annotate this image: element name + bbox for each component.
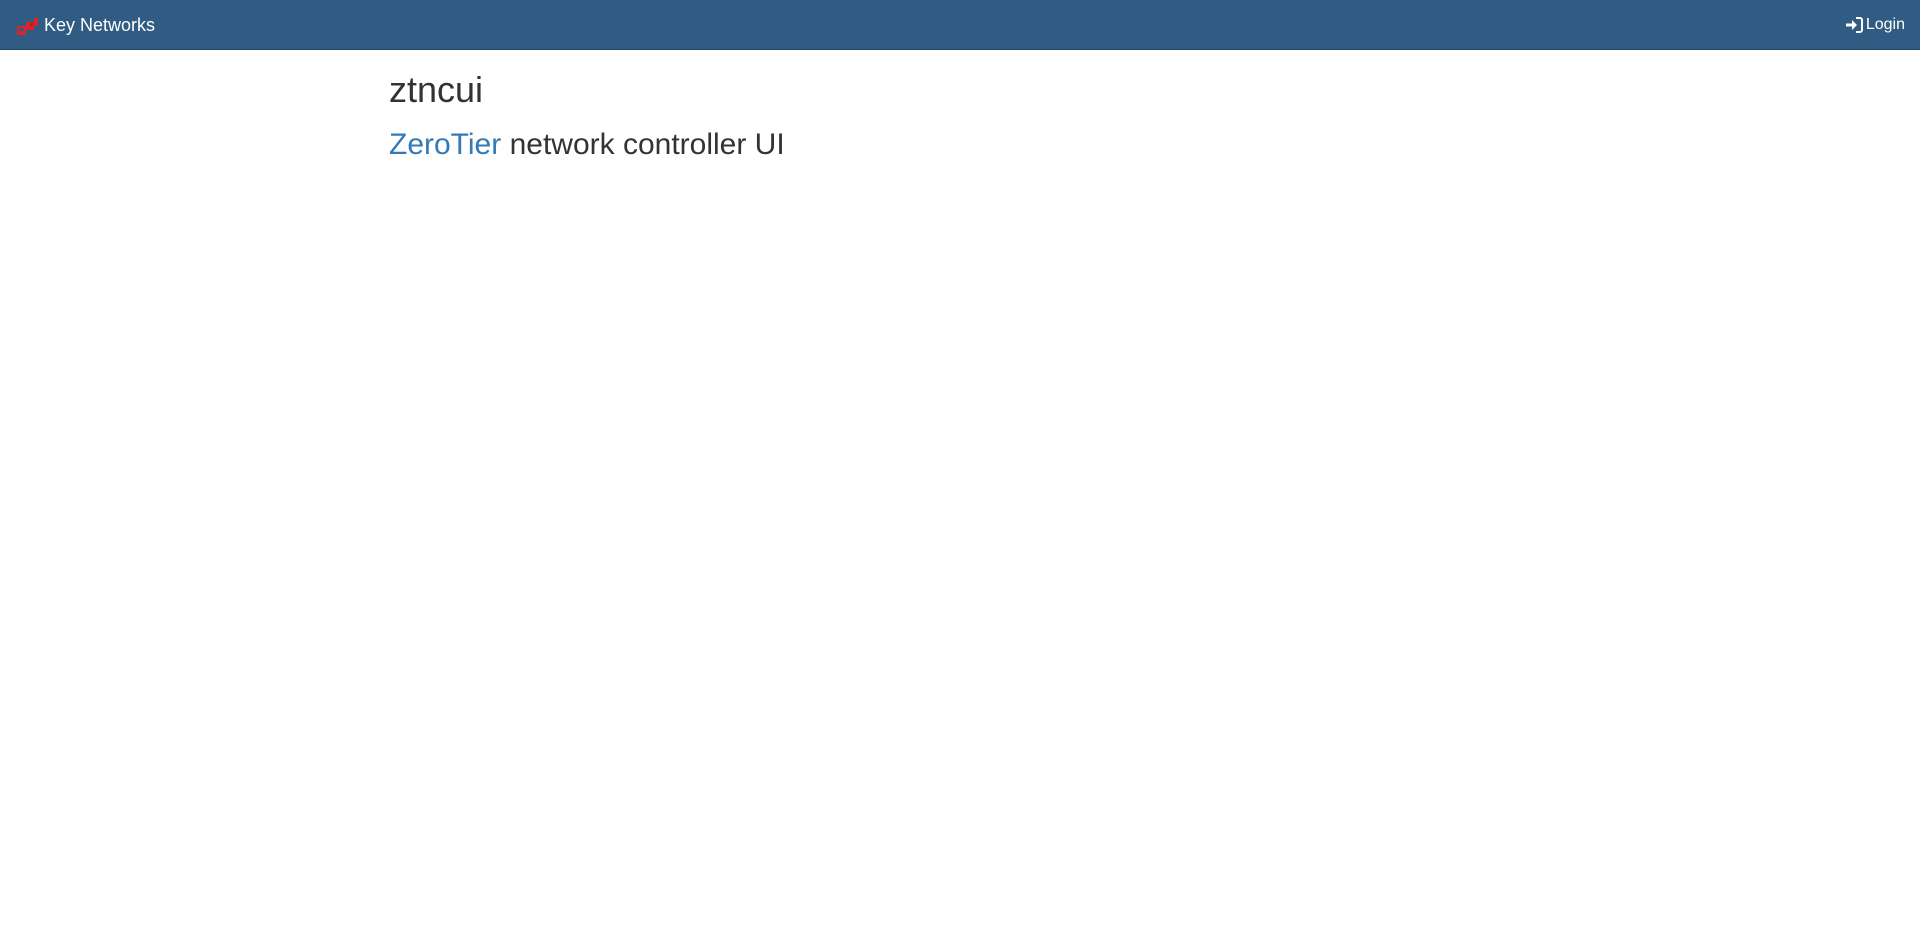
subtitle-text: network controller UI <box>501 128 785 161</box>
page-subtitle: ZeroTier network controller UI <box>389 127 1529 163</box>
main-content: ztncui ZeroTier network controller UI <box>389 50 1529 163</box>
log-in-icon <box>1845 17 1863 33</box>
page-title: ztncui <box>389 69 484 110</box>
zerotier-link[interactable]: ZeroTier <box>389 128 501 161</box>
login-label: Login <box>1865 16 1905 33</box>
key-networks-logo-icon <box>15 14 39 36</box>
brand-label: Key Networks <box>44 15 156 35</box>
login-link[interactable]: Login <box>1845 0 1905 50</box>
brand-link[interactable]: Key Networks <box>15 0 155 50</box>
top-navbar: Key Networks Login <box>0 0 1920 50</box>
